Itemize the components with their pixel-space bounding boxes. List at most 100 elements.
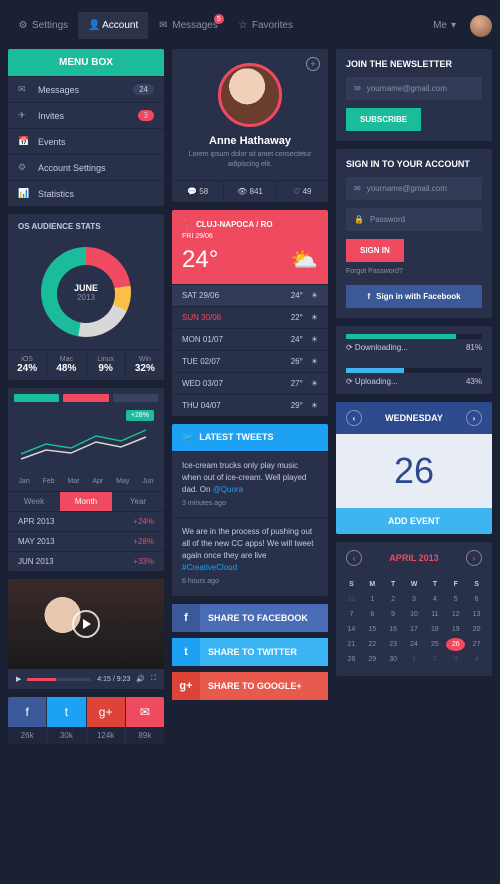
social-tw[interactable]: t30k [47, 697, 85, 744]
range-tab-year[interactable]: Year [112, 492, 164, 511]
share-google[interactable]: g+SHARE TO GOOGLE+ [172, 672, 328, 700]
add-event-button[interactable]: ADD EVENT [336, 508, 492, 534]
weather-day-row[interactable]: WED 03/0727°☀ [172, 372, 328, 394]
cal-day-cell[interactable]: 2 [425, 653, 444, 666]
cal-day-cell[interactable]: 25 [425, 638, 444, 651]
social-ms[interactable]: ✉89k [126, 697, 164, 744]
cal-day-cell[interactable]: 5 [446, 593, 465, 606]
cal-dow: T [384, 578, 403, 591]
social-fb[interactable]: f26k [8, 697, 46, 744]
newsletter-email-input[interactable]: ✉yourname@gmail.com [346, 77, 482, 100]
cal-day-cell[interactable]: 27 [467, 638, 486, 651]
volume-icon[interactable]: 🔊 [136, 675, 145, 683]
nav-favorites[interactable]: ☆Favorites [228, 12, 303, 39]
cal-day-cell[interactable]: 13 [467, 608, 486, 621]
menu-item-4[interactable]: 📊Statistics [8, 180, 164, 206]
cal-day-cell[interactable]: 2 [384, 593, 403, 606]
cal-prev[interactable]: ‹ [346, 410, 362, 426]
signin-button[interactable]: SIGN IN [346, 239, 404, 262]
cal-day-cell[interactable]: 14 [342, 623, 361, 636]
social-stats: f26kt30kg+124k✉89k [8, 697, 164, 744]
cal-day-cell[interactable]: 10 [405, 608, 424, 621]
nav-settings[interactable]: ⚙Settings [8, 12, 78, 39]
cal-day-cell[interactable]: 22 [363, 638, 382, 651]
weather-small-icon: ☀ [311, 335, 318, 344]
cal-next[interactable]: › [466, 410, 482, 426]
add-icon[interactable]: + [306, 57, 320, 71]
menu-item-0[interactable]: ✉Messages24 [8, 76, 164, 102]
cal-day-cell[interactable]: 4 [467, 653, 486, 666]
stat-likes[interactable]: ♡ 49 [277, 181, 328, 202]
cal-day-cell[interactable]: 8 [363, 608, 382, 621]
chart-badge: +28% [126, 410, 154, 421]
avatar[interactable] [470, 15, 492, 37]
progress-pct: 43% [466, 377, 482, 386]
social-gp[interactable]: g+124k [87, 697, 125, 744]
play-icon[interactable] [72, 610, 100, 638]
nav-account[interactable]: 👤Account [78, 12, 148, 39]
tweet-link[interactable]: @Quora [213, 485, 243, 494]
cal-day-cell[interactable]: 26 [446, 638, 465, 651]
weather-location: 📍CLUJ-NAPOCA / RO [182, 220, 318, 229]
share-facebook[interactable]: fSHARE TO FACEBOOK [172, 604, 328, 632]
stat-views[interactable]: 👁 841 [224, 181, 276, 202]
weather-day-row[interactable]: TUE 02/0726°☀ [172, 350, 328, 372]
cal-day-cell[interactable]: 28 [342, 653, 361, 666]
cal-day-cell[interactable]: 30 [384, 653, 403, 666]
nav-messages[interactable]: ✉Messages5 [148, 12, 228, 39]
tweet-link[interactable]: #CreativeCloud [182, 563, 237, 572]
cal-day-cell[interactable]: 31 [342, 593, 361, 606]
donut-label: JUNE2013 [74, 283, 98, 302]
profile-avatar [218, 63, 282, 127]
weather-day-row[interactable]: THU 04/0729°☀ [172, 394, 328, 416]
cal-day-cell[interactable]: 9 [384, 608, 403, 621]
menu-item-1[interactable]: ✈Invites3 [8, 102, 164, 128]
weather-day-row[interactable]: MON 01/0724°☀ [172, 328, 328, 350]
newsletter-title: JOIN THE NEWSLETTER [336, 49, 492, 77]
cal-day-cell[interactable]: 23 [384, 638, 403, 651]
cal-day-cell[interactable]: 18 [425, 623, 444, 636]
cal-day-cell[interactable]: 6 [467, 593, 486, 606]
cal-day-cell[interactable]: 17 [405, 623, 424, 636]
subscribe-button[interactable]: SUBSCRIBE [346, 108, 421, 131]
weather-day-row[interactable]: SUN 30/0622°☀ [172, 306, 328, 328]
menu-item-2[interactable]: 📅Events [8, 128, 164, 154]
cal-day-cell[interactable]: 4 [425, 593, 444, 606]
range-tab-week[interactable]: Week [8, 492, 60, 511]
forgot-password-link[interactable]: Forgot Password? [336, 268, 492, 279]
menu-icon: ✉ [18, 84, 30, 95]
nav-me[interactable]: Me ▾ [423, 12, 466, 39]
video-card: ▶ 4:15 / 9:23 🔊 ⛶ [8, 579, 164, 689]
cal-day-cell[interactable]: 15 [363, 623, 382, 636]
signin-email-input[interactable]: ✉yourname@gmail.com [346, 177, 482, 200]
cal-day-cell[interactable]: 3 [405, 593, 424, 606]
cal-day-cell[interactable]: 11 [425, 608, 444, 621]
cal-day-cell[interactable]: 29 [363, 653, 382, 666]
stat-comments[interactable]: 💬 58 [172, 181, 224, 202]
cal-day-cell[interactable]: 7 [342, 608, 361, 621]
weather-card: 📍CLUJ-NAPOCA / RO FRI 29/06 24°⛅ SAT 29/… [172, 210, 328, 416]
signin-facebook-button[interactable]: fSign in with Facebook [346, 285, 482, 308]
cal-day-cell[interactable]: 12 [446, 608, 465, 621]
menu-item-3[interactable]: ⚙Account Settings [8, 154, 164, 180]
progress-label: ⟳ Downloading... [346, 343, 408, 352]
cal-day-cell[interactable]: 1 [363, 593, 382, 606]
cal-day-cell[interactable]: 24 [405, 638, 424, 651]
cal-day-cell[interactable]: 16 [384, 623, 403, 636]
signin-password-input[interactable]: 🔒Password [346, 208, 482, 231]
cal-day-cell[interactable]: 19 [446, 623, 465, 636]
mcal-next[interactable]: › [466, 550, 482, 566]
profile-bio: Lorem ipsum dolor sit amet consectetur a… [182, 150, 318, 170]
cal-day-cell[interactable]: 20 [467, 623, 486, 636]
range-tab-month[interactable]: Month [60, 492, 112, 511]
cal-day-cell[interactable]: 3 [446, 653, 465, 666]
video-progress[interactable] [27, 678, 91, 681]
share-twitter[interactable]: tSHARE TO TWITTER [172, 638, 328, 666]
fullscreen-icon[interactable]: ⛶ [151, 675, 156, 683]
weather-day-row[interactable]: SAT 29/0624°☀ [172, 284, 328, 306]
video-thumbnail[interactable] [8, 579, 164, 669]
cal-day-cell[interactable]: 1 [405, 653, 424, 666]
mcal-prev[interactable]: ‹ [346, 550, 362, 566]
play-small-icon[interactable]: ▶ [16, 675, 21, 683]
cal-day-cell[interactable]: 21 [342, 638, 361, 651]
